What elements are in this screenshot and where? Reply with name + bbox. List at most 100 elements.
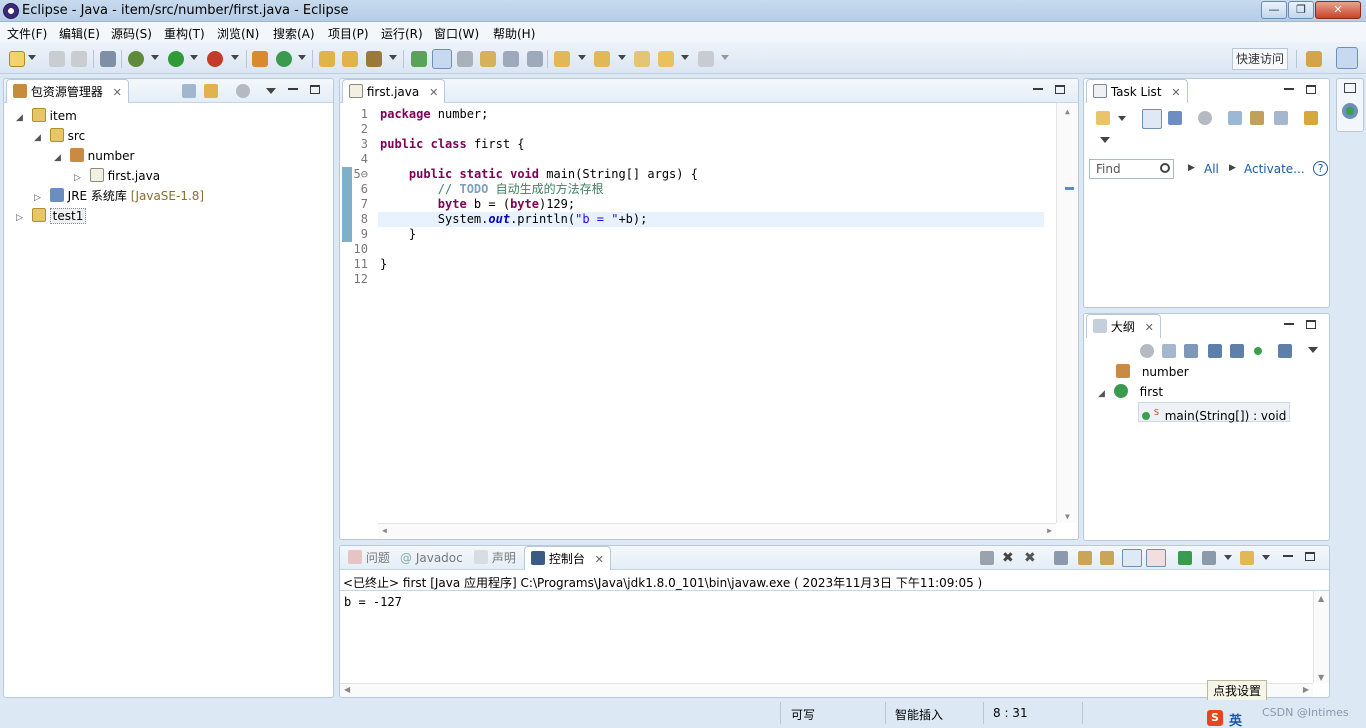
minimize-icon[interactable] [1284, 323, 1294, 325]
new-java-class-icon[interactable] [276, 51, 292, 67]
show-paragraph-icon[interactable] [527, 51, 543, 67]
open-perspective-icon[interactable] [1306, 51, 1322, 67]
toggle-block-selection-icon[interactable] [480, 51, 496, 67]
expanded-twisty-icon[interactable]: ◢ [54, 148, 66, 168]
menu-navigate[interactable]: 浏览(N) [217, 25, 259, 42]
minimize-icon[interactable] [1283, 555, 1293, 557]
tab-package-explorer[interactable]: 包资源管理器 ✕ [6, 79, 129, 103]
palette-icon[interactable] [1342, 103, 1358, 119]
open-console-dropdown-icon[interactable] [1262, 555, 1270, 560]
sort-icon[interactable] [1184, 344, 1198, 358]
debug-dropdown-icon[interactable] [151, 55, 159, 60]
remove-all-terminated-icon[interactable]: ✖ [1024, 551, 1038, 565]
maximize-icon[interactable] [1306, 320, 1316, 329]
code-line[interactable]: } [380, 227, 416, 242]
scheduled-icon[interactable] [1168, 111, 1182, 125]
categorized-icon[interactable] [1142, 109, 1162, 129]
code-line[interactable]: System.out.println("b = "+b); [380, 212, 648, 227]
terminate-icon[interactable] [980, 551, 994, 565]
hide-nonpublic-icon[interactable] [1254, 347, 1262, 355]
help-icon[interactable]: ? [1313, 161, 1328, 176]
scroll-right-icon[interactable]: ▶ [1047, 526, 1052, 535]
activate-link[interactable]: Activate... [1244, 162, 1305, 176]
close-icon[interactable]: ✕ [429, 86, 438, 99]
search-dropdown-icon[interactable] [389, 55, 397, 60]
close-icon[interactable]: ✕ [1145, 321, 1154, 334]
skip-breakpoints-icon[interactable] [100, 51, 116, 67]
tree-item-test1[interactable]: ▷ test1 [16, 206, 87, 226]
word-wrap-icon[interactable] [1100, 551, 1114, 565]
toggle-breadcrumb-icon[interactable] [457, 51, 473, 67]
tree-item-number[interactable]: ◢ number [54, 146, 135, 166]
tab-task-list[interactable]: Task List ✕ [1086, 79, 1188, 103]
all-link[interactable]: All [1204, 162, 1219, 176]
expanded-twisty-icon[interactable]: ◢ [34, 128, 46, 148]
show-whitespace-icon[interactable] [503, 51, 519, 67]
java-perspective-icon[interactable] [1336, 47, 1358, 69]
console-output-area[interactable]: b = -127 ▲ ▼ [340, 590, 1329, 683]
back-icon[interactable] [658, 51, 674, 67]
display-console-dropdown-icon[interactable] [1224, 555, 1232, 560]
synchronize-icon[interactable] [1250, 111, 1264, 125]
next-annotation-icon[interactable] [554, 51, 570, 67]
external-tools-icon[interactable] [207, 51, 223, 67]
quick-access-input[interactable]: 快速访问 [1232, 48, 1288, 70]
close-icon[interactable]: ✕ [1171, 86, 1180, 99]
tab-outline[interactable]: 大纲 ✕ [1086, 314, 1161, 338]
expanded-twisty-icon[interactable]: ◢ [16, 108, 28, 128]
menu-search[interactable]: 搜索(A) [273, 25, 315, 42]
vertical-scrollbar[interactable]: ▲ ▼ [1056, 103, 1078, 523]
tree-item-first-java[interactable]: ▷ first.java [74, 166, 160, 186]
minimize-icon[interactable] [1284, 88, 1294, 90]
minimize-button[interactable]: — [1261, 1, 1287, 19]
tab-console[interactable]: 控制台 ✕ [524, 546, 611, 570]
clear-console-icon[interactable] [1054, 551, 1068, 565]
view-menu-icon[interactable] [1308, 347, 1318, 353]
close-icon[interactable]: ✕ [113, 86, 122, 99]
tab-declaration[interactable]: 声明 [468, 546, 522, 570]
code-line[interactable]: public static void main(String[] args) { [380, 167, 698, 182]
hide-fields-icon[interactable] [1208, 344, 1222, 358]
search-icon[interactable] [1160, 163, 1170, 173]
ime-language[interactable]: 英 [1229, 710, 1242, 728]
remove-launch-icon[interactable]: ✖ [1002, 551, 1016, 565]
maximize-icon[interactable] [1306, 85, 1316, 94]
code-line[interactable]: public class first { [380, 137, 525, 152]
forward-dropdown-icon[interactable] [721, 55, 729, 60]
open-type-icon[interactable] [319, 51, 335, 67]
tree-item-jre[interactable]: ▷ JRE 系统库 [JavaSE-1.8] [34, 186, 204, 206]
show-console-output-icon[interactable] [1122, 549, 1142, 567]
scroll-up-icon[interactable]: ▲ [1065, 107, 1070, 116]
menu-help[interactable]: 帮助(H) [493, 25, 535, 42]
maximize-icon[interactable] [1305, 552, 1315, 561]
scroll-down-icon[interactable]: ▼ [1065, 512, 1070, 521]
show-console-error-icon[interactable] [1146, 549, 1166, 567]
code-line[interactable]: } [380, 257, 387, 272]
code-line[interactable]: package number; [380, 107, 488, 122]
save-icon[interactable] [49, 51, 65, 67]
menu-window[interactable]: 窗口(W) [434, 25, 479, 42]
new-class-dropdown-icon[interactable] [298, 55, 306, 60]
hide-local-types-icon[interactable] [1278, 344, 1292, 358]
menu-file[interactable]: 文件(F) [7, 25, 47, 42]
outline-method[interactable]: S main(String[]) : void [1138, 402, 1291, 423]
horizontal-scrollbar[interactable]: ◀ ▶ [340, 683, 1313, 697]
open-console-icon[interactable] [1240, 551, 1254, 565]
display-selected-console-icon[interactable] [1202, 551, 1216, 565]
new-java-package-icon[interactable] [252, 51, 268, 67]
forward-icon[interactable] [698, 51, 714, 67]
ime-logo-icon[interactable]: S [1207, 710, 1223, 726]
menu-project[interactable]: 项目(P) [328, 25, 369, 42]
collapse-all-icon[interactable] [1274, 111, 1288, 125]
save-all-icon[interactable] [71, 51, 87, 67]
horizontal-scrollbar[interactable]: ◀ ▶ [378, 523, 1056, 539]
outline-class[interactable]: ◢ first [1098, 382, 1163, 402]
link-with-editor-icon[interactable] [204, 84, 218, 98]
maximize-icon[interactable] [310, 85, 320, 94]
new-task-dropdown-icon[interactable] [1118, 116, 1126, 121]
view-menu-icon[interactable] [1100, 137, 1110, 143]
new-icon[interactable] [9, 51, 25, 67]
focus-icon[interactable] [1140, 344, 1154, 358]
tab-first-java[interactable]: first.java ✕ [342, 79, 446, 103]
menu-refactor[interactable]: 重构(T) [164, 25, 205, 42]
